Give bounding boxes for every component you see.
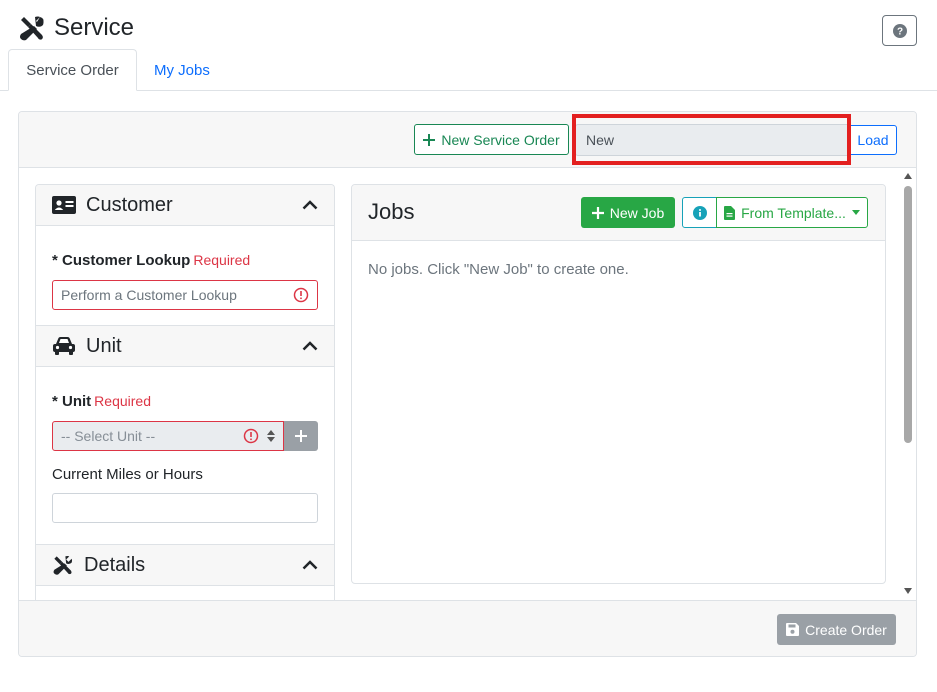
- file-icon: [724, 205, 736, 220]
- error-icon: [243, 428, 259, 444]
- tab-my-jobs[interactable]: My Jobs: [138, 49, 226, 91]
- miles-input[interactable]: [52, 493, 318, 523]
- info-button[interactable]: [682, 197, 717, 228]
- service-order-card: New Service Order New Load Customer * Cu…: [18, 111, 917, 657]
- scrollbar-thumb[interactable]: [904, 186, 912, 443]
- car-icon: [52, 336, 76, 356]
- add-unit-button[interactable]: [284, 421, 318, 451]
- question-circle-icon: ?: [892, 23, 907, 38]
- from-template-label: From Template...: [741, 204, 846, 221]
- unit-label: * Unit: [52, 393, 92, 410]
- id-card-icon: [52, 196, 76, 214]
- unit-select[interactable]: -- Select Unit --: [52, 421, 284, 451]
- required-text: Required: [94, 393, 151, 409]
- jobs-title: Jobs: [368, 199, 415, 224]
- create-order-button[interactable]: Create Order: [777, 614, 896, 645]
- scroll-up-arrow[interactable]: [904, 173, 912, 179]
- customer-lookup-input[interactable]: Perform a Customer Lookup: [52, 280, 318, 310]
- app-header: Service: [18, 12, 134, 44]
- new-job-button[interactable]: New Job: [581, 197, 675, 228]
- customer-lookup-placeholder: Perform a Customer Lookup: [61, 287, 237, 303]
- load-button[interactable]: Load: [849, 125, 897, 155]
- tab-service-order[interactable]: Service Order: [8, 49, 137, 91]
- svg-text:?: ?: [896, 26, 902, 37]
- unit-section-header[interactable]: Unit: [36, 326, 334, 367]
- jobs-panel: Jobs New Job From Template... No jobs. C…: [351, 184, 886, 584]
- unit-section-title: Unit: [86, 334, 122, 357]
- miles-label: Current Miles or Hours: [52, 466, 203, 483]
- tools-icon: [52, 554, 74, 576]
- new-service-order-button[interactable]: New Service Order: [414, 124, 569, 155]
- new-service-order-label: New Service Order: [441, 131, 560, 148]
- caret-down-icon: [851, 210, 860, 215]
- customer-section-header[interactable]: Customer: [36, 185, 334, 226]
- tools-icon: [18, 14, 46, 42]
- customer-lookup-label: * Customer Lookup: [52, 252, 191, 269]
- plus-icon: [295, 430, 307, 442]
- required-text: Required: [193, 252, 251, 268]
- sort-arrows-icon: [267, 430, 275, 442]
- chevron-up-icon[interactable]: [302, 200, 318, 210]
- from-template-dropdown[interactable]: From Template...: [716, 197, 868, 228]
- save-icon: [786, 623, 800, 636]
- customer-section-title: Customer: [86, 193, 173, 216]
- jobs-empty-message: No jobs. Click "New Job" to create one.: [368, 261, 629, 278]
- page-title: Service: [54, 14, 135, 41]
- chevron-up-icon[interactable]: [302, 560, 318, 570]
- error-icon: [293, 287, 309, 303]
- customer-lookup-label-row: * Customer Lookup Required: [52, 252, 250, 269]
- details-section-header[interactable]: Details: [36, 545, 334, 586]
- unit-select-placeholder: -- Select Unit --: [61, 428, 156, 444]
- highlight-box: [572, 114, 851, 165]
- plus-icon: [423, 133, 436, 146]
- left-panel: Customer * Customer Lookup Required Perfo…: [35, 184, 335, 600]
- details-section-title: Details: [84, 553, 146, 576]
- scroll-down-arrow[interactable]: [904, 588, 912, 594]
- plus-icon: [591, 206, 604, 219]
- create-order-label: Create Order: [805, 621, 887, 638]
- info-circle-icon: [692, 205, 707, 220]
- help-button[interactable]: ?: [882, 15, 917, 46]
- new-job-label: New Job: [609, 204, 665, 221]
- unit-label-row: * Unit Required: [52, 393, 151, 410]
- chevron-up-icon[interactable]: [302, 341, 318, 351]
